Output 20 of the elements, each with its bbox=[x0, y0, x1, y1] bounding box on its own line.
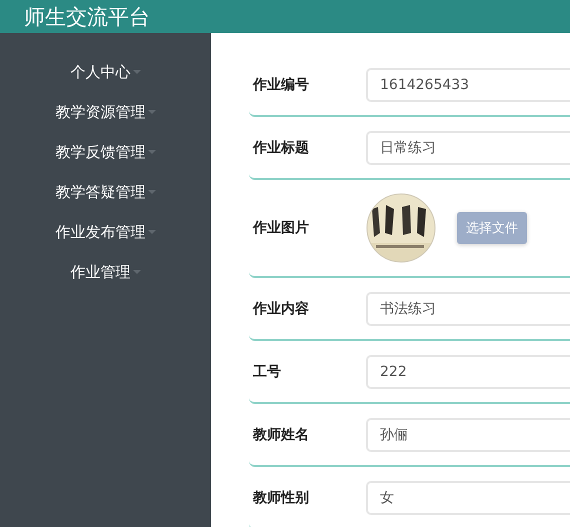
field-label: 作业标题 bbox=[252, 138, 310, 156]
input-field[interactable]: 日常练习 bbox=[366, 130, 570, 164]
sidebar-menu-item[interactable]: 教学资源管理 bbox=[56, 101, 156, 123]
field-label: 工号 bbox=[252, 362, 282, 380]
sidebar-menu-item[interactable]: 作业发布管理 bbox=[56, 221, 156, 243]
input-field[interactable]: 孙俪 bbox=[366, 418, 570, 452]
input-field[interactable]: 222 bbox=[366, 354, 570, 388]
input-field[interactable]: 1614265433 bbox=[366, 68, 570, 102]
input-field[interactable]: 女 bbox=[366, 480, 570, 514]
field-label: 教师性别 bbox=[252, 488, 310, 506]
field-label: 作业图片 bbox=[252, 219, 310, 237]
sidebar-menu-item[interactable]: 作业管理 bbox=[70, 261, 140, 283]
field-label: 作业内容 bbox=[252, 300, 310, 318]
input-field[interactable]: 书法练习 bbox=[366, 292, 570, 326]
app-title: 师生交流平台 bbox=[24, 4, 150, 30]
field-label: 作业编号 bbox=[252, 76, 310, 94]
sidebar-menu-item[interactable]: 个人中心 bbox=[70, 61, 140, 83]
field-label: 教师姓名 bbox=[252, 426, 310, 444]
sidebar-menu-item[interactable]: 教学反馈管理 bbox=[56, 141, 156, 163]
sidebar-menu-item[interactable]: 教学答疑管理 bbox=[56, 181, 156, 203]
